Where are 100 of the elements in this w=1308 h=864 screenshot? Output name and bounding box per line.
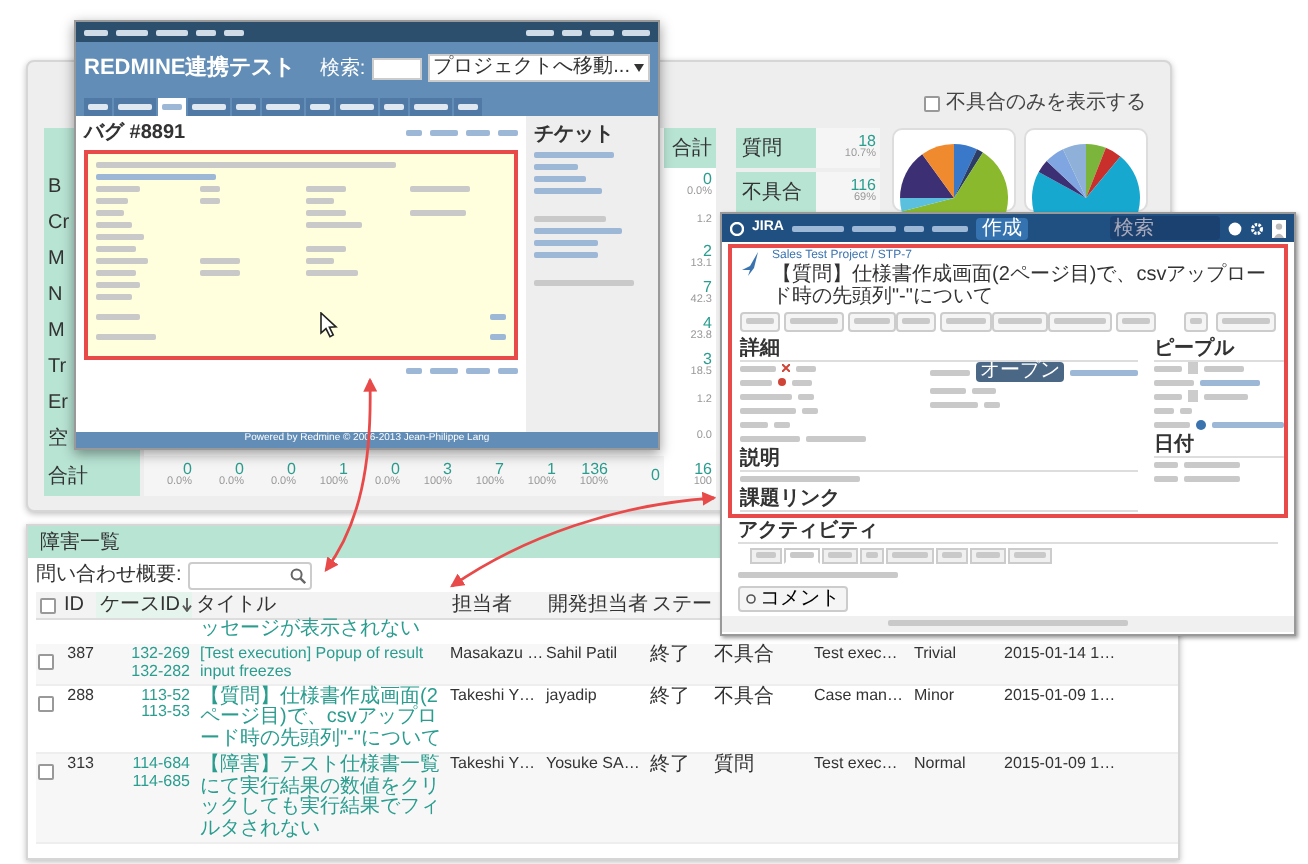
text-placeholder bbox=[534, 188, 602, 194]
column-header[interactable]: ID bbox=[60, 592, 96, 620]
table-cell: Masakazu … bbox=[450, 644, 544, 662]
search-field[interactable] bbox=[187, 561, 312, 589]
text-placeholder bbox=[96, 174, 216, 180]
activity-tab[interactable] bbox=[822, 547, 858, 564]
text-placeholder bbox=[1154, 421, 1190, 428]
toolbar-button[interactable] bbox=[1184, 311, 1208, 332]
activity-tab[interactable] bbox=[860, 547, 884, 564]
text-placeholder bbox=[96, 294, 132, 300]
toolbar-button[interactable] bbox=[848, 311, 896, 332]
activity-tab[interactable] bbox=[970, 547, 1006, 564]
toolbar-button[interactable] bbox=[740, 311, 780, 332]
nav-tab[interactable] bbox=[114, 98, 156, 116]
table-cell: 不具合 bbox=[714, 644, 774, 666]
nav-tab[interactable] bbox=[454, 98, 482, 116]
text-placeholder bbox=[931, 225, 968, 231]
table-cell: 不具合 bbox=[714, 685, 774, 708]
text-placeholder bbox=[116, 29, 148, 35]
column-header: 合計 bbox=[664, 128, 716, 168]
text-placeholder bbox=[96, 198, 128, 204]
toolbar-button[interactable] bbox=[940, 311, 992, 332]
select-all-checkbox[interactable] bbox=[40, 597, 56, 613]
text-placeholder bbox=[1154, 393, 1182, 400]
toolbar-button[interactable] bbox=[784, 311, 844, 332]
nav-tab[interactable] bbox=[380, 98, 408, 116]
table-cell: 終了 bbox=[650, 754, 690, 777]
column-header[interactable]: ケースID bbox=[96, 592, 192, 620]
nav-tab[interactable] bbox=[158, 98, 186, 116]
nav-tab[interactable] bbox=[336, 98, 378, 116]
text-placeholder bbox=[498, 368, 518, 374]
table-cell: Takeshi Y… bbox=[450, 754, 536, 773]
nav-tab[interactable] bbox=[188, 98, 230, 116]
text-placeholder bbox=[1184, 461, 1240, 468]
activity-tab[interactable] bbox=[750, 547, 782, 564]
row-checkbox[interactable] bbox=[38, 764, 54, 781]
text-placeholder bbox=[534, 280, 634, 286]
table-cell: 質問 bbox=[714, 754, 754, 777]
cell-value: 2 bbox=[703, 244, 712, 261]
text-placeholder bbox=[1014, 552, 1046, 559]
nav-tab[interactable] bbox=[410, 98, 452, 116]
table-cell: 288 bbox=[67, 685, 94, 704]
search-label: 問い合わせ概要: bbox=[36, 564, 182, 586]
text-placeholder bbox=[534, 228, 622, 234]
text-placeholder bbox=[409, 186, 470, 192]
settings-icon[interactable] bbox=[1250, 221, 1264, 235]
activity-tab[interactable] bbox=[1008, 547, 1052, 564]
row-checkbox[interactable] bbox=[38, 654, 54, 670]
text-placeholder bbox=[854, 318, 890, 325]
text-placeholder bbox=[851, 225, 896, 231]
text-placeholder bbox=[96, 222, 132, 228]
text-placeholder bbox=[930, 369, 970, 376]
nav-tab[interactable] bbox=[306, 98, 334, 116]
nav-tab[interactable] bbox=[262, 98, 304, 116]
toolbar-button[interactable] bbox=[1116, 311, 1156, 332]
text-placeholder bbox=[622, 29, 650, 35]
search-field[interactable]: 検索 bbox=[1110, 216, 1220, 240]
comment-button[interactable]: コメント bbox=[738, 585, 848, 612]
toolbar-button[interactable] bbox=[992, 311, 1048, 332]
row-checkbox[interactable] bbox=[38, 695, 54, 712]
cell-value: 7 bbox=[703, 280, 712, 297]
text-placeholder bbox=[430, 130, 458, 136]
activity-tab[interactable] bbox=[936, 547, 968, 564]
text-placeholder bbox=[790, 318, 838, 325]
table-cell: 2015-01-09 1… bbox=[1004, 754, 1116, 773]
text-placeholder bbox=[305, 222, 361, 228]
toolbar-button[interactable] bbox=[896, 311, 936, 332]
text-placeholder bbox=[1212, 421, 1284, 428]
text-placeholder bbox=[740, 407, 796, 414]
search-label: 検索: bbox=[319, 57, 366, 79]
column-header[interactable]: タイトル bbox=[192, 592, 448, 620]
project-title: REDMINE連携テスト bbox=[84, 55, 296, 81]
row-label: Tr bbox=[48, 355, 67, 377]
project-select[interactable]: プロジェクトへ移動... bbox=[427, 54, 650, 82]
nav-tab[interactable] bbox=[232, 98, 260, 116]
toolbar-button[interactable] bbox=[1048, 311, 1112, 332]
text-placeholder bbox=[534, 216, 606, 222]
mouse-cursor-icon bbox=[320, 312, 338, 338]
avatar-icon[interactable] bbox=[1272, 219, 1286, 237]
help-icon[interactable] bbox=[1228, 221, 1242, 235]
table-cell: Sahil Patil bbox=[546, 644, 618, 662]
search-field[interactable] bbox=[371, 57, 422, 79]
table-row[interactable]: 387 132-269 132-282 [Test execution] Popup of result input freezes Masakazu … Sahil Patil 終了 不具合 Test exec… Trivial 2015-01-14 1… bbox=[36, 644, 1178, 686]
text-placeholder bbox=[406, 130, 422, 136]
activity-tab[interactable] bbox=[886, 547, 934, 564]
text-placeholder bbox=[430, 368, 458, 374]
filter-checkbox[interactable]: 不具合のみを表示する bbox=[924, 92, 1146, 114]
toolbar-button[interactable] bbox=[1216, 311, 1276, 332]
column-header[interactable]: ステー bbox=[648, 592, 712, 620]
issue-heading: バグ #8891 bbox=[84, 122, 186, 144]
nav-tab[interactable] bbox=[84, 98, 112, 116]
table-cell: 終了 bbox=[650, 685, 690, 708]
column-header[interactable]: 開発担当者 bbox=[544, 592, 648, 620]
text-placeholder bbox=[305, 270, 357, 276]
text-placeholder bbox=[200, 186, 221, 192]
text-placeholder bbox=[740, 421, 768, 428]
text-placeholder bbox=[1204, 365, 1244, 372]
column-header[interactable]: 担当者 bbox=[448, 592, 544, 620]
activity-tab[interactable] bbox=[784, 547, 820, 564]
create-button[interactable]: 作成 bbox=[975, 217, 1028, 239]
